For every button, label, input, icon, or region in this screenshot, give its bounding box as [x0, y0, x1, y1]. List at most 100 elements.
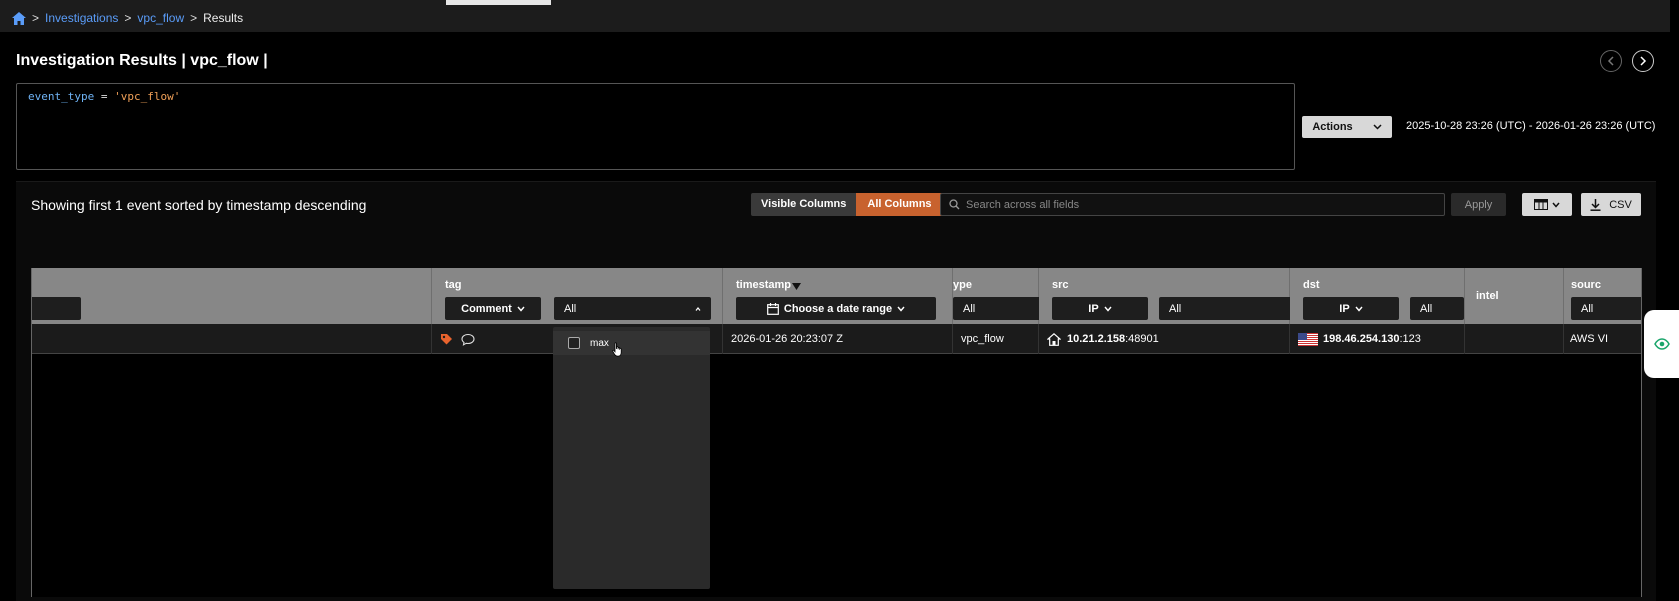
- date-range-filter[interactable]: Choose a date range: [736, 297, 936, 320]
- chevron-down-icon: [1355, 306, 1363, 312]
- column-header-type: ype All: [953, 268, 1039, 324]
- download-icon: [1590, 198, 1601, 211]
- dst-select[interactable]: All: [1410, 297, 1464, 320]
- column-header-src: src IP All: [1039, 268, 1290, 324]
- top-bar: > Investigations > vpc_flow > Results: [0, 0, 1670, 32]
- query-key: event_type: [28, 90, 95, 103]
- query-editor[interactable]: event_type = 'vpc_flow': [16, 83, 1295, 170]
- visible-columns-button[interactable]: Visible Columns: [751, 193, 857, 216]
- hidden-cell: [32, 324, 432, 354]
- breadcrumb-separator: >: [124, 11, 132, 25]
- tag-comment-label: Comment: [461, 302, 512, 315]
- hand-cursor-icon: [612, 342, 622, 357]
- column-layout-button[interactable]: [1522, 193, 1572, 216]
- chevron-left-icon: [1607, 56, 1614, 66]
- chevron-right-icon: [1640, 56, 1647, 66]
- intel-cell: [1465, 324, 1564, 354]
- type-select-value: All: [963, 302, 976, 315]
- option-checkbox[interactable]: [568, 337, 580, 349]
- breadcrumb-separator: >: [32, 11, 40, 25]
- breadcrumb-vpc-flow[interactable]: vpc_flow: [137, 11, 184, 25]
- breadcrumb: > Investigations > vpc_flow > Results: [12, 11, 243, 25]
- previous-button[interactable]: [1600, 50, 1622, 72]
- column-label-tag: tag: [445, 279, 462, 291]
- column-label-source: sourc: [1571, 279, 1601, 291]
- all-columns-button[interactable]: All Columns: [856, 193, 943, 216]
- comment-icon[interactable]: [461, 333, 475, 346]
- chevron-down-icon: [517, 306, 525, 312]
- source-select[interactable]: All: [1571, 297, 1641, 320]
- src-select-value: All: [1169, 302, 1182, 315]
- src-select[interactable]: All: [1159, 297, 1290, 320]
- query-value: 'vpc_flow': [114, 90, 181, 103]
- search-icon: [949, 199, 960, 210]
- tag-comment-filter[interactable]: Comment: [445, 297, 541, 320]
- results-table: tag Comment All timestamp Choose a date …: [31, 268, 1642, 597]
- dst-ip[interactable]: 198.46.254.130: [1323, 333, 1399, 345]
- src-cell: 10.21.2.158:48901: [1039, 324, 1290, 354]
- calendar-icon: [766, 302, 779, 315]
- column-label-intel: intel: [1476, 290, 1499, 302]
- next-button[interactable]: [1632, 50, 1654, 72]
- src-ip[interactable]: 10.21.2.158: [1067, 333, 1125, 345]
- column-header-hidden: [32, 268, 432, 324]
- column-label-src: src: [1052, 279, 1069, 291]
- breadcrumb-separator: >: [190, 11, 198, 25]
- search-field: [940, 193, 1445, 216]
- search-input[interactable]: [966, 198, 1436, 211]
- chevron-up-icon: [695, 306, 701, 311]
- dst-select-value: All: [1420, 302, 1433, 315]
- source-cell: AWS VI: [1570, 333, 1609, 345]
- type-cell: vpc_flow: [953, 324, 1039, 354]
- column-label-timestamp: timestamp: [736, 279, 792, 291]
- tag-select-dropdown: max: [553, 327, 710, 589]
- results-summary: Showing first 1 event sorted by timestam…: [31, 197, 367, 213]
- column-header-tag: tag Comment All: [432, 268, 723, 324]
- page-title: Investigation Results | vpc_flow |: [16, 52, 268, 69]
- loading-indicator: [446, 0, 551, 5]
- table-row[interactable]: 2026-01-26 20:23:07 Z vpc_flow 10.21.2.1…: [32, 324, 1641, 354]
- apply-button[interactable]: Apply: [1451, 193, 1506, 216]
- home-icon[interactable]: [12, 11, 26, 25]
- chevron-down-icon: [1373, 124, 1382, 130]
- tag-select-value: All: [564, 302, 577, 315]
- src-ip-label: IP: [1088, 302, 1099, 315]
- sort-descending-icon[interactable]: [792, 283, 801, 290]
- tag-icon[interactable]: [440, 333, 453, 346]
- home-network-icon: [1047, 332, 1061, 346]
- dst-ip-filter[interactable]: IP: [1303, 297, 1399, 320]
- column-header-dst: dst IP All: [1290, 268, 1465, 324]
- breadcrumb-current: Results: [203, 11, 244, 25]
- column-label-type: ype: [953, 279, 972, 291]
- actions-button[interactable]: Actions: [1302, 116, 1392, 138]
- chevron-down-icon: [1552, 202, 1560, 208]
- table-columns-icon: [1534, 199, 1548, 210]
- chevron-down-icon: [897, 306, 905, 312]
- breadcrumb-investigations[interactable]: Investigations: [45, 11, 118, 25]
- chevron-down-icon: [1104, 306, 1112, 312]
- dst-cell: 198.46.254.130:123: [1290, 324, 1465, 354]
- source-select-value: All: [1581, 302, 1594, 315]
- date-range-filter-label: Choose a date range: [783, 302, 893, 315]
- csv-download-button[interactable]: CSV: [1581, 193, 1641, 216]
- option-label: max: [590, 337, 609, 349]
- column-visibility-toggle: Visible Columns All Columns: [751, 193, 943, 216]
- column-header-intel[interactable]: intel: [1465, 268, 1564, 324]
- table-header: tag Comment All timestamp Choose a date …: [32, 268, 1641, 324]
- column-header-timestamp[interactable]: timestamp Choose a date range: [723, 268, 953, 324]
- timestamp-cell: 2026-01-26 20:23:07 Z: [723, 324, 953, 354]
- dst-ip-label: IP: [1339, 302, 1350, 315]
- column-header-source: sourc All: [1564, 268, 1641, 324]
- column-label-dst: dst: [1303, 279, 1320, 291]
- us-flag-icon: [1298, 332, 1318, 346]
- src-ip-filter[interactable]: IP: [1052, 297, 1148, 320]
- assistant-widget[interactable]: [1644, 310, 1679, 378]
- tag-select[interactable]: All: [554, 297, 711, 320]
- query-operator: =: [100, 90, 108, 103]
- eye-icon: [1653, 338, 1670, 350]
- column-filter-input[interactable]: [32, 297, 81, 320]
- dropdown-option-max[interactable]: max: [553, 331, 710, 355]
- type-select[interactable]: All: [953, 297, 1039, 320]
- src-port: :48901: [1125, 333, 1159, 345]
- dst-port: :123: [1399, 333, 1421, 345]
